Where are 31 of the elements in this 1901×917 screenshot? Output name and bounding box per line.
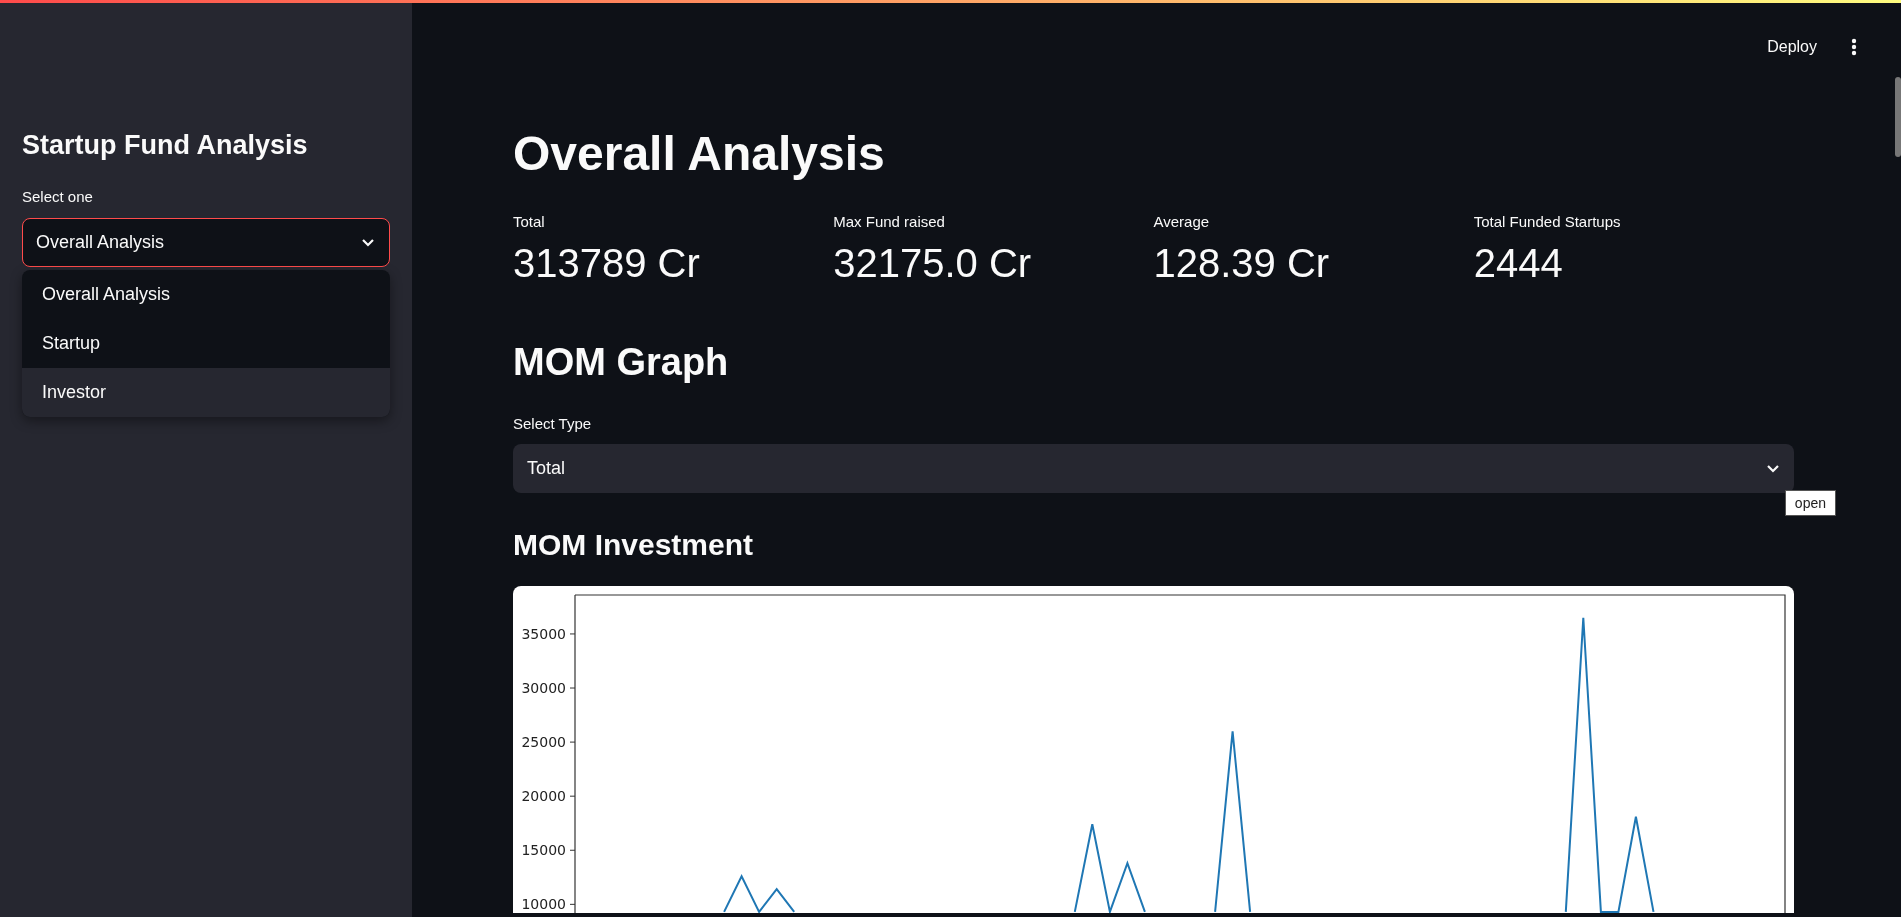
chart-heading: MOM Investment [513,527,755,563]
y-axis-label: 15000 [521,842,566,859]
dropdown-option[interactable]: Startup [22,319,390,368]
select-label: Select one [22,188,94,206]
metric-value: 2444 [1473,240,1564,287]
dropdown-option[interactable]: Investor [22,368,390,417]
chevron-down-icon [361,238,375,247]
type-select[interactable]: Total [513,444,1794,493]
section-heading: MOM Graph [513,340,730,385]
scrollbar-thumb[interactable] [1895,77,1901,157]
metric-label: Total Funded Startups [1473,213,1622,231]
metric-label: Average [1153,213,1211,231]
y-axis-label: 30000 [521,680,566,696]
deploy-button[interactable]: Deploy [1761,34,1823,60]
more-menu-icon[interactable] [1851,38,1857,56]
y-axis-label: 35000 [521,625,566,642]
metric-value: 128.39 Cr [1153,240,1331,287]
metric-label: Total [513,213,546,231]
y-axis-label: 25000 [521,734,566,751]
y-axis-label: 10000 [521,896,566,913]
metric-value: 32175.0 Cr [833,240,1033,287]
metric-value: 313789 Cr [513,240,701,287]
y-axis-label: 20000 [521,788,566,805]
chevron-down-icon [1766,464,1780,473]
metric-label: Max Fund raised [833,213,946,231]
tooltip: open [1784,490,1836,516]
select-label: Select Type [513,415,593,433]
sidebar-title: Startup Fund Analysis [22,129,309,162]
dropdown-option[interactable]: Overall Analysis [22,270,390,319]
page-select[interactable]: Overall Analysis [22,218,390,267]
page-title: Overall Analysis [513,126,886,182]
